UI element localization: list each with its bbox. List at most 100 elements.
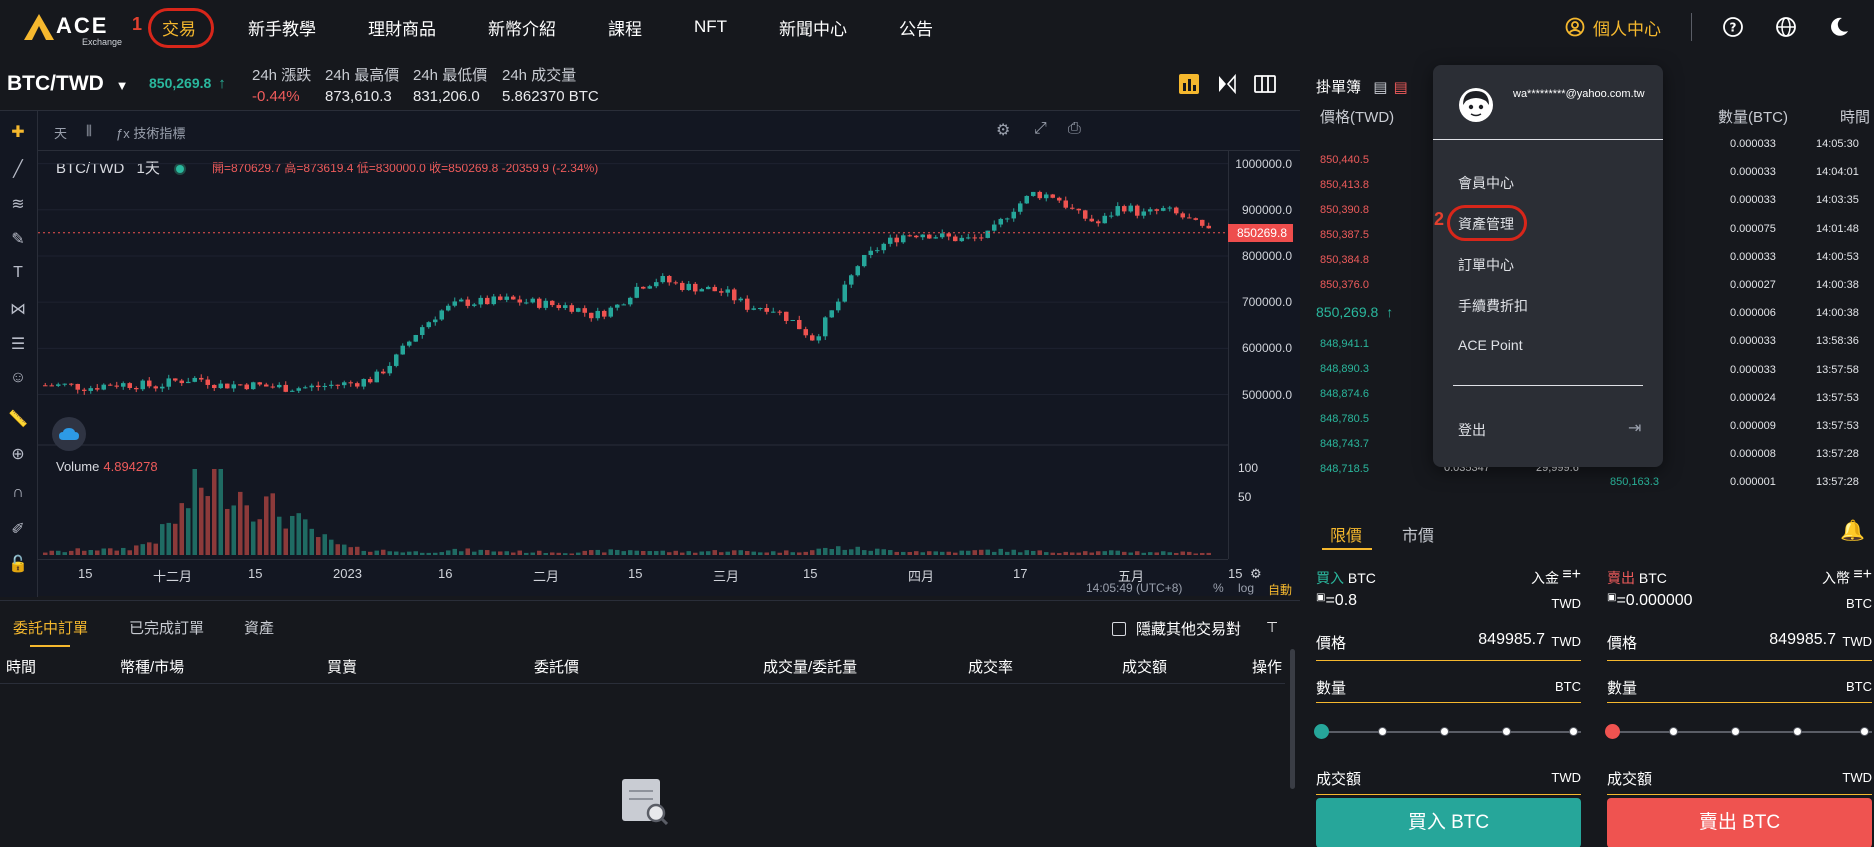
trade-row-time[interactable]: 13:58:36: [1816, 335, 1859, 347]
chart-layout-icon[interactable]: [1178, 73, 1200, 95]
hide-other-pairs-checkbox[interactable]: 隱藏其他交易對: [1112, 618, 1241, 639]
book-bid-row[interactable]: 848,718.5: [1320, 463, 1369, 475]
camera-icon[interactable]: ⎙: [1068, 120, 1081, 138]
book-ask-row[interactable]: 850,390.8: [1320, 204, 1369, 216]
ace-logo[interactable]: ACE Exchange: [22, 10, 122, 47]
candle-type-icon[interactable]: ⫼: [86, 123, 92, 139]
trade-row-time[interactable]: 13:57:28: [1816, 448, 1859, 460]
trade-row-time[interactable]: 14:00:38: [1816, 307, 1859, 319]
trade-row-qty[interactable]: 0.000027: [1730, 279, 1776, 291]
sell-amount-slider[interactable]: [1605, 724, 1872, 739]
sell-price-input[interactable]: 849985.7: [1769, 631, 1836, 649]
percent-scale-button[interactable]: %: [1213, 581, 1224, 595]
menu-order-center[interactable]: 訂單中心: [1458, 255, 1514, 275]
logout-icon[interactable]: ⇥: [1628, 418, 1641, 438]
book-view-asks-icon[interactable]: ▤: [1394, 79, 1408, 96]
nav-item-new-coins[interactable]: 新幣介紹: [488, 15, 556, 40]
orders-scrollbar[interactable]: [1290, 649, 1295, 789]
buy-total-underline[interactable]: [1316, 794, 1581, 795]
menu-fee-discount[interactable]: 手續費折扣: [1458, 296, 1528, 316]
trade-row-qty[interactable]: 0.000006: [1730, 307, 1776, 319]
dark-mode-icon[interactable]: [1828, 16, 1850, 38]
globe-icon[interactable]: [1775, 16, 1797, 38]
log-scale-button[interactable]: log: [1238, 581, 1254, 595]
trade-row-qty[interactable]: 0.000033: [1730, 335, 1776, 347]
deposit-coin-button[interactable]: 入幣: [1822, 568, 1850, 588]
interval-button[interactable]: 天: [54, 123, 67, 142]
ruler-icon[interactable]: 📏: [8, 409, 28, 429]
book-ask-row[interactable]: 850,384.8: [1320, 254, 1369, 266]
menu-member-center[interactable]: 會員中心: [1458, 173, 1514, 193]
book-bid-row[interactable]: 848,874.6: [1320, 388, 1369, 400]
help-icon[interactable]: ?: [1722, 16, 1744, 38]
trade-row-time[interactable]: 13:57:53: [1816, 392, 1859, 404]
checkbox-box[interactable]: [1112, 621, 1126, 636]
tab-assets[interactable]: 資產: [244, 617, 274, 638]
book-ask-row[interactable]: 850,387.5: [1320, 229, 1369, 241]
trade-row-qty[interactable]: 0.000033: [1730, 364, 1776, 376]
trade-row-time[interactable]: 14:05:30: [1816, 138, 1859, 150]
pair-selector[interactable]: BTC/TWD ▼: [7, 72, 129, 96]
trade-row-time[interactable]: 14:00:38: [1816, 279, 1859, 291]
trendline-icon[interactable]: ╱: [8, 159, 28, 179]
trade-row-time[interactable]: 13:57:58: [1816, 364, 1859, 376]
tab-completed-orders[interactable]: 已完成訂單: [129, 617, 204, 638]
settings-gear-icon[interactable]: ⚙: [996, 120, 1010, 140]
book-ask-row[interactable]: 850,413.8: [1320, 179, 1369, 191]
book-bid-row[interactable]: 848,780.5: [1320, 413, 1369, 425]
buy-qty-underline[interactable]: [1316, 702, 1581, 703]
trade-row-qty[interactable]: 0.000033: [1730, 138, 1776, 150]
trade-row-time[interactable]: 13:57:53: [1816, 420, 1859, 432]
book-bid-row[interactable]: 848,890.3: [1320, 363, 1369, 375]
sell-qty-underline[interactable]: [1607, 702, 1872, 703]
trade-row-qty[interactable]: 0.000033: [1730, 194, 1776, 206]
nav-item-announcements[interactable]: 公告: [899, 15, 933, 40]
book-bid-row[interactable]: 848,941.1: [1320, 338, 1369, 350]
indicators-button[interactable]: ƒx 技術指標: [116, 123, 185, 142]
trade-row-time[interactable]: 14:00:53: [1816, 251, 1859, 263]
trade-row-qty[interactable]: 0.000001: [1730, 476, 1776, 488]
menu-ace-point[interactable]: ACE Point: [1458, 337, 1523, 353]
crosshair-icon[interactable]: ✚: [8, 122, 28, 142]
columns-layout-icon[interactable]: [1254, 73, 1276, 95]
trade-row-qty[interactable]: 0.000024: [1730, 392, 1776, 404]
menu-logout[interactable]: 登出: [1458, 420, 1486, 440]
book-ask-row[interactable]: 850,440.5: [1320, 154, 1369, 166]
tab-open-orders[interactable]: 委託中訂單: [13, 617, 88, 638]
deposit-twd-button[interactable]: 入金: [1531, 568, 1559, 588]
emoji-icon[interactable]: ☺: [8, 369, 28, 389]
tab-market[interactable]: 市價: [1402, 522, 1434, 546]
zoom-icon[interactable]: ⊕: [8, 444, 28, 464]
lock-icon[interactable]: 🔓: [8, 554, 28, 574]
pattern-icon[interactable]: ⋈: [8, 299, 28, 319]
add-list-icon[interactable]: ≡+: [1562, 566, 1581, 584]
fullscreen-icon[interactable]: ⤢: [1034, 120, 1047, 138]
buy-button[interactable]: 買入 BTC: [1316, 798, 1581, 847]
trade-row-time[interactable]: 14:04:01: [1816, 166, 1859, 178]
fib-icon[interactable]: ≋: [8, 194, 28, 214]
nav-item-courses[interactable]: 課程: [608, 15, 642, 40]
text-tool-icon[interactable]: T: [8, 264, 28, 284]
trade-row-qty[interactable]: 0.000075: [1730, 223, 1776, 235]
nav-item-nft[interactable]: NFT: [694, 17, 727, 37]
book-bid-row[interactable]: 848,743.7: [1320, 438, 1369, 450]
sell-total-underline[interactable]: [1607, 794, 1872, 795]
brush-icon[interactable]: ✎: [8, 229, 28, 249]
buy-amount-slider[interactable]: [1314, 724, 1581, 739]
sell-slider-knob[interactable]: [1605, 724, 1620, 739]
auto-scale-button[interactable]: 自動: [1268, 581, 1292, 598]
nav-item-news[interactable]: 新聞中心: [779, 15, 847, 40]
nav-item-finance[interactable]: 理財商品: [368, 15, 436, 40]
book-view-icon[interactable]: ▤: [1373, 79, 1387, 96]
bell-icon[interactable]: 🔔: [1840, 518, 1865, 543]
split-layout-icon[interactable]: [1216, 73, 1238, 95]
trade-row-time[interactable]: 14:01:48: [1816, 223, 1859, 235]
trade-row-qty[interactable]: 0.000008: [1730, 448, 1776, 460]
tradingview-logo[interactable]: [52, 417, 86, 451]
book-ask-row[interactable]: 850,376.0: [1320, 279, 1369, 291]
add-list-icon[interactable]: ≡+: [1853, 566, 1872, 584]
nav-item-beginner[interactable]: 新手教學: [248, 15, 316, 40]
price-chart[interactable]: ✚ ╱ ≋ ✎ T ⋈ ☰ ☺ 📏 ⊕ ∩ ✐ 🔓 天 ⫼ ƒx 技術指標 ⚙ …: [0, 110, 1300, 598]
trade-row-qty[interactable]: 0.000033: [1730, 251, 1776, 263]
buy-slider-knob[interactable]: [1314, 724, 1329, 739]
